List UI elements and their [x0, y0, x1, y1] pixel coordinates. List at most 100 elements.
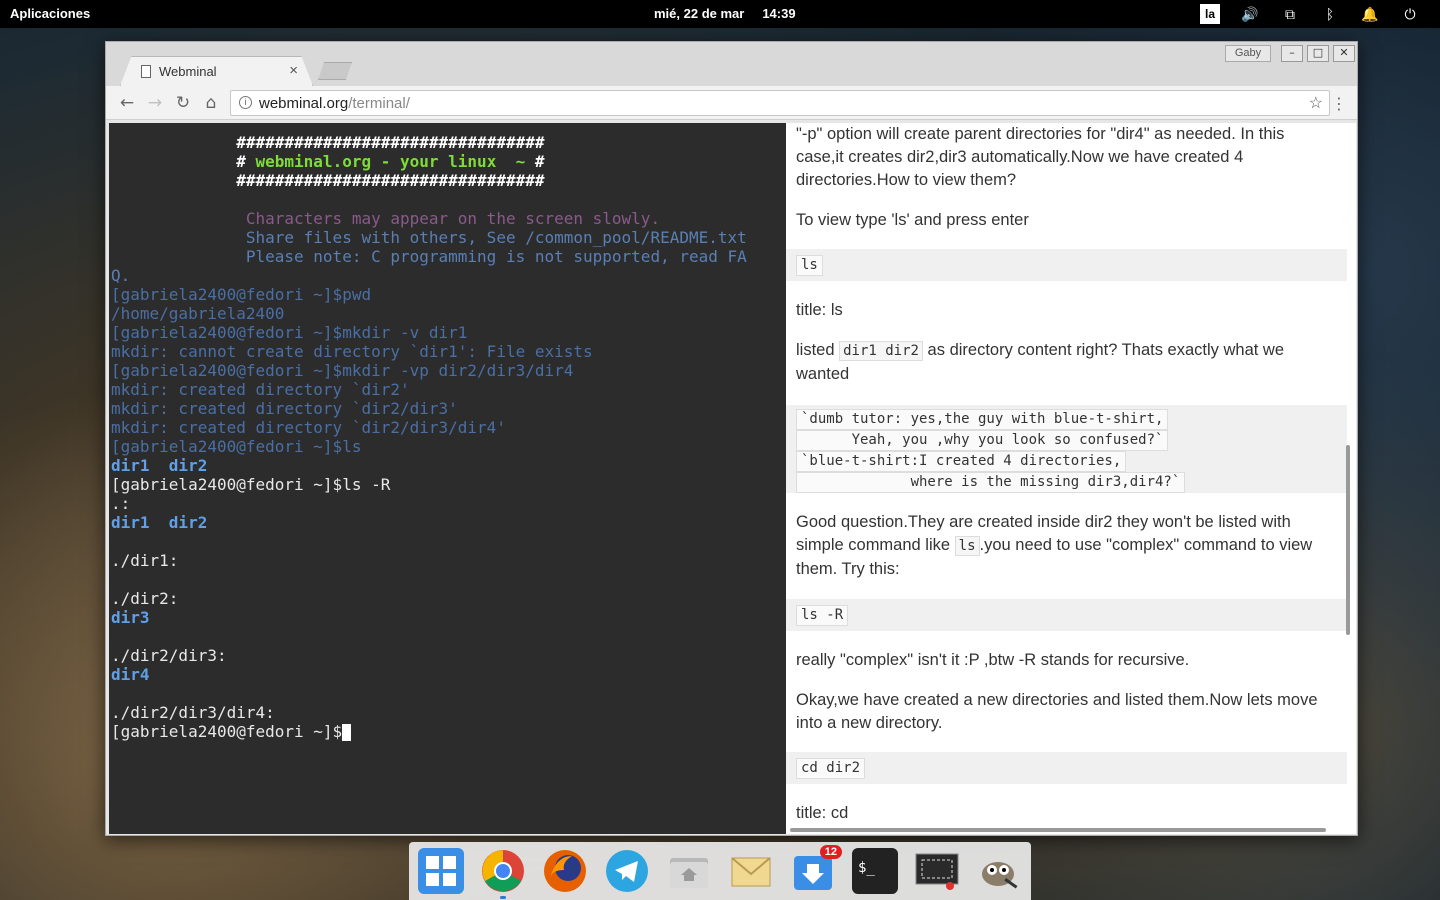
address-bar[interactable]: i webminal.org/terminal/ ☆: [230, 90, 1330, 116]
profile-button[interactable]: Gaby: [1225, 45, 1271, 62]
terminal-cursor: [342, 724, 352, 741]
browser-window: Webminal × Gaby – □ ✕ ← → ↻ ⌂ i webminal…: [105, 41, 1358, 836]
terminal-line: /home/gabriela2400: [111, 304, 285, 323]
network-icon[interactable]: ⧉: [1270, 4, 1310, 24]
banner-line: ################################: [236, 133, 545, 152]
applications-menu[interactable]: Aplicaciones: [10, 6, 90, 21]
motd-line: Characters may appear on the screen slow…: [245, 209, 661, 228]
terminal-line: ./dir2:: [111, 589, 179, 608]
updates-icon[interactable]: 12: [790, 845, 842, 894]
terminal-line: mkdir: created directory `dir2': [111, 380, 410, 399]
tutorial-paragraph: "-p" option will create parent directori…: [796, 125, 1285, 189]
url-path: /terminal/: [348, 95, 410, 112]
motd-line: Please note: C programming is not suppor…: [245, 247, 747, 266]
code-text: ls -R: [796, 605, 849, 626]
keyboard-layout-indicator[interactable]: la: [1200, 4, 1220, 24]
terminal-pane[interactable]: ################################ # webmi…: [109, 123, 786, 834]
url-text[interactable]: webminal.org/terminal/: [259, 95, 410, 112]
power-icon[interactable]: ⏻: [1390, 4, 1430, 24]
tab-webminal[interactable]: Webminal ×: [120, 56, 313, 86]
banner-title: webminal.org - your linux ~: [255, 152, 526, 171]
reload-icon[interactable]: ↻: [172, 92, 194, 114]
gimp-icon[interactable]: [976, 848, 1022, 894]
terminal-icon: $_: [858, 860, 875, 876]
terminal-line: [gabriela2400@fedori ~]$ls: [111, 437, 362, 456]
updates-count-badge: 12: [819, 845, 842, 859]
tutorial-paragraph: Good question.They are created inside di…: [796, 511, 1336, 581]
code-block: ls -R: [786, 599, 1347, 631]
clock-date: mié, 22 de mar: [654, 6, 745, 21]
top-panel: Aplicaciones mié, 22 de mar 14:39 la 🔊 ⧉ …: [0, 0, 1440, 28]
url-host: webminal.org: [259, 95, 349, 112]
terminal-line: dir1 dir2: [111, 513, 208, 532]
terminal-line: mkdir: created directory `dir2/dir3/dir4…: [111, 418, 506, 437]
terminal-line: mkdir: created directory `dir2/dir3': [111, 399, 458, 418]
browser-titlebar: Webminal × Gaby – □ ✕: [106, 42, 1357, 86]
telegram-icon[interactable]: [604, 848, 650, 894]
close-tab-icon[interactable]: ×: [289, 62, 298, 79]
browser-menu-icon[interactable]: ⋮: [1331, 94, 1347, 113]
terminal-prompt: [gabriela2400@fedori ~]$: [111, 722, 343, 741]
forward-arrow-icon[interactable]: →: [144, 92, 166, 114]
screenshot-icon[interactable]: [914, 848, 960, 894]
dialog-line: Yeah, you ,why you look so confused?`: [796, 430, 1169, 451]
tutorial-paragraph: listed dir1 dir2 as directory content ri…: [796, 339, 1336, 386]
clock[interactable]: mié, 22 de mar 14:39: [654, 6, 796, 21]
code-text: ls: [796, 255, 823, 276]
terminal-line: ./dir1:: [111, 551, 179, 570]
terminal-line: dir3: [111, 608, 150, 627]
bluetooth-icon[interactable]: ᛒ: [1310, 4, 1350, 24]
terminal-line: [gabriela2400@fedori ~]$mkdir -v dir1: [111, 323, 468, 342]
tutorial-paragraph: title: ls: [796, 301, 843, 319]
new-tab-button[interactable]: [318, 62, 352, 80]
banner-title-post: #: [525, 152, 545, 171]
maximize-button[interactable]: □: [1307, 45, 1329, 62]
firefox-icon: [544, 850, 586, 892]
vertical-scrollbar[interactable]: [1346, 445, 1350, 635]
tab-title: Webminal: [159, 64, 217, 79]
terminal-icon[interactable]: $_: [852, 848, 898, 894]
site-info-icon[interactable]: i: [239, 96, 252, 109]
chrome-icon: [482, 850, 524, 892]
volume-icon[interactable]: 🔊: [1230, 4, 1270, 24]
clock-time: 14:39: [762, 6, 796, 21]
svg-text:$_: $_: [858, 860, 875, 876]
browser-toolbar: ← → ↻ ⌂ i webminal.org/terminal/ ☆ ⋮: [106, 86, 1357, 120]
terminal-line: .:: [111, 494, 131, 513]
gimp-icon: [982, 862, 1018, 889]
terminal-line: dir1 dir2: [111, 456, 208, 475]
back-arrow-icon[interactable]: ←: [116, 92, 138, 114]
terminal-line: [gabriela2400@fedori ~]$ls -R: [111, 475, 391, 494]
chrome-icon[interactable]: [480, 848, 526, 894]
text-segment: listed: [796, 341, 840, 359]
system-tray: la 🔊 ⧉ ᛒ 🔔 ⏻: [1190, 4, 1430, 24]
dialog-line: `dumb tutor: yes,the guy with blue-t-shi…: [796, 409, 1169, 430]
terminal-line: dir4: [111, 665, 150, 684]
files-icon: [670, 858, 708, 888]
page-icon: [141, 65, 151, 78]
tutorial-paragraph: To view type 'ls' and press enter: [796, 211, 1029, 229]
code-block: ls: [786, 249, 1347, 281]
code-block: `dumb tutor: yes,the guy with blue-t-shi…: [786, 405, 1347, 493]
firefox-icon[interactable]: [542, 848, 588, 894]
banner-title-pre: #: [236, 152, 256, 171]
chrome-running-indicator: [500, 896, 506, 899]
mail-icon[interactable]: [728, 848, 774, 894]
horizontal-scrollbar[interactable]: [790, 828, 1326, 832]
home-icon[interactable]: ⌂: [200, 92, 222, 114]
bookmark-star-icon[interactable]: ☆: [1309, 93, 1323, 113]
multitasking-view-icon[interactable]: [418, 848, 464, 894]
terminal-line: ./dir2/dir3/dir4:: [111, 703, 275, 722]
terminal-line: [gabriela2400@fedori ~]$mkdir -vp dir2/d…: [111, 361, 574, 380]
code-block: cd dir2: [786, 752, 1347, 784]
telegram-icon: [606, 850, 648, 892]
dock: 12 $_: [409, 842, 1031, 900]
tutorial-paragraph: title: cd: [796, 804, 849, 822]
close-window-button[interactable]: ✕: [1333, 45, 1355, 62]
files-icon[interactable]: [666, 848, 712, 894]
minimize-button[interactable]: –: [1281, 45, 1303, 62]
screenshot-icon: [915, 853, 959, 890]
tutorial-paragraph: really "complex" isn't it :P ,btw -R sta…: [796, 651, 1190, 669]
notifications-icon[interactable]: 🔔: [1350, 4, 1390, 24]
motd-line: Share files with others, See /common_poo…: [245, 228, 747, 247]
